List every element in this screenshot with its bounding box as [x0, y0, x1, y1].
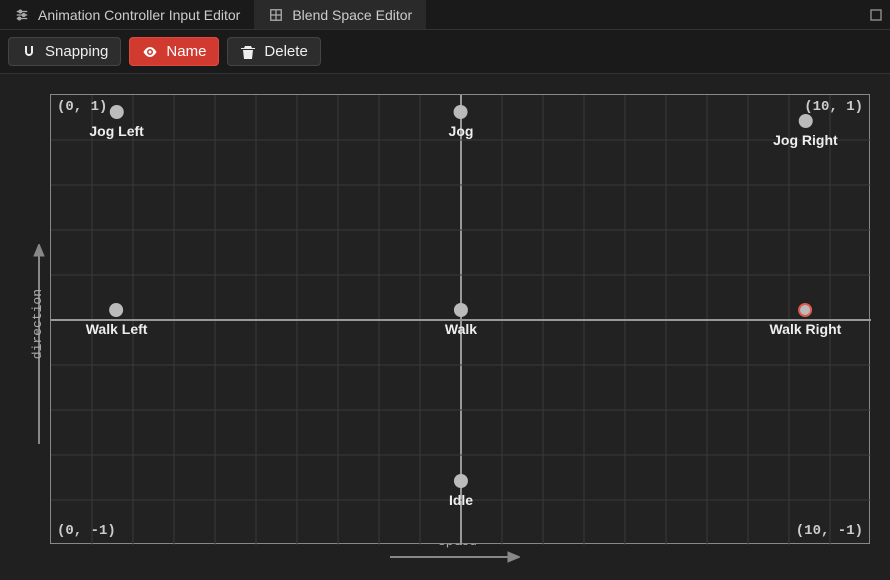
- point-dot-icon: [110, 303, 124, 317]
- blend-grid[interactable]: (0, 1) (10, 1) (0, -1) (10, -1) Jog Left…: [50, 94, 870, 544]
- button-label: Delete: [264, 43, 307, 60]
- point-label: Jog Left: [89, 123, 143, 139]
- corner-top-right: (10, 1): [804, 99, 863, 115]
- point-dot-icon: [454, 303, 468, 317]
- grid-icon: [268, 7, 284, 23]
- delete-button[interactable]: Delete: [227, 37, 320, 66]
- tab-label: Blend Space Editor: [292, 7, 412, 23]
- toolbar: Snapping Name Delete: [0, 30, 890, 74]
- tab-label: Animation Controller Input Editor: [38, 7, 240, 23]
- corner-bottom-left: (0, -1): [57, 523, 116, 539]
- blend-point[interactable]: Walk Right: [769, 303, 841, 337]
- corner-bottom-right: (10, -1): [796, 523, 863, 539]
- point-label: Idle: [449, 492, 473, 508]
- point-label: Jog Right: [773, 132, 838, 148]
- blend-point[interactable]: Jog Left: [89, 105, 143, 139]
- blend-point[interactable]: Walk Left: [86, 303, 148, 337]
- tab-blend-space-editor[interactable]: Blend Space Editor: [254, 0, 426, 29]
- point-label: Walk Right: [769, 321, 841, 337]
- point-dot-icon: [454, 474, 468, 488]
- tab-bar: Animation Controller Input Editor Blend …: [0, 0, 890, 30]
- blend-point[interactable]: Idle: [449, 474, 473, 508]
- button-label: Name: [166, 43, 206, 60]
- name-toggle-button[interactable]: Name: [129, 37, 219, 66]
- point-dot-icon: [798, 114, 812, 128]
- point-label: Walk Left: [86, 321, 148, 337]
- snapping-button[interactable]: Snapping: [8, 37, 121, 66]
- tab-animation-controller-input-editor[interactable]: Animation Controller Input Editor: [0, 0, 254, 29]
- magnet-icon: [21, 44, 37, 60]
- point-dot-icon: [110, 105, 124, 119]
- sliders-icon: [14, 7, 30, 23]
- arrow-right-icon: [390, 550, 520, 567]
- blend-space-area: direction speed: [0, 74, 890, 580]
- button-label: Snapping: [45, 43, 108, 60]
- point-label: Walk: [445, 321, 477, 337]
- blend-point[interactable]: Walk: [445, 303, 477, 337]
- point-dot-icon: [798, 303, 812, 317]
- trash-icon: [240, 44, 256, 60]
- eye-icon: [142, 44, 158, 60]
- blend-point[interactable]: Jog: [449, 105, 474, 139]
- y-axis-label: direction: [30, 289, 45, 359]
- point-label: Jog: [449, 123, 474, 139]
- maximize-icon[interactable]: [868, 9, 890, 21]
- point-dot-icon: [454, 105, 468, 119]
- blend-point[interactable]: Jog Right: [773, 114, 838, 148]
